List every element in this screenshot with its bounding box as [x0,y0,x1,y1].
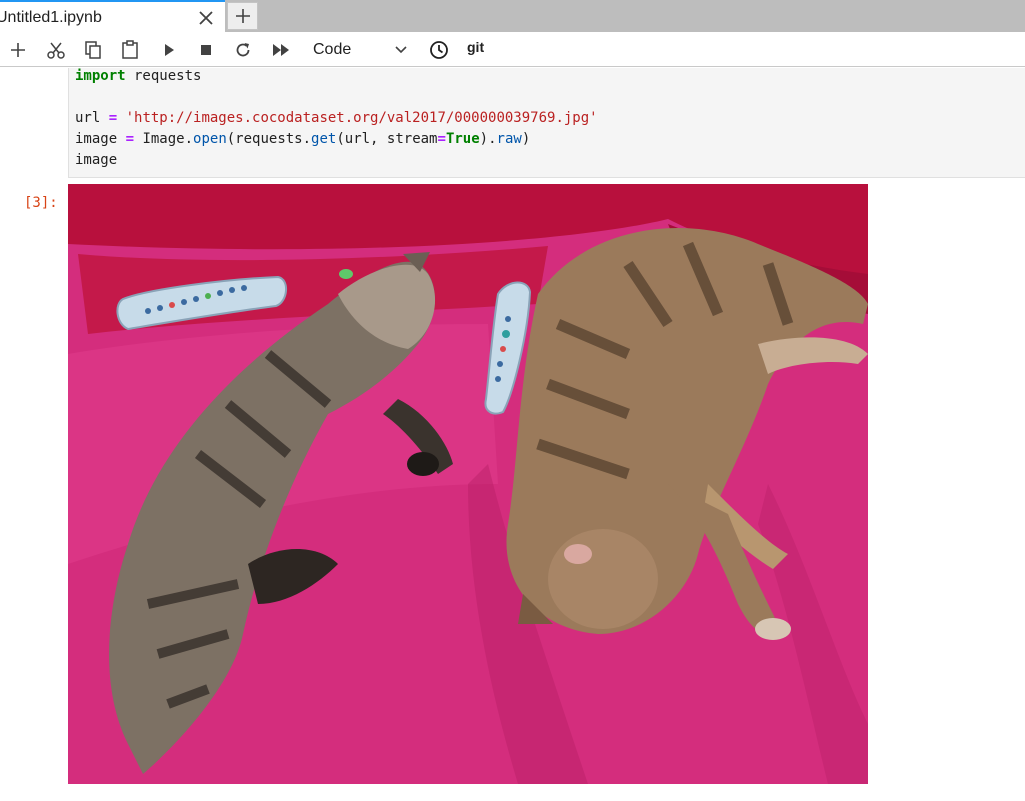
git-button[interactable]: git [467,39,484,55]
code-operator: = [125,131,135,147]
run-icon [165,44,174,56]
cut-icon [47,42,65,59]
stop-icon [201,45,211,55]
fast-forward-icon [273,44,289,56]
code-text: (url, stream [336,131,438,147]
code-line-1: import requests [75,68,201,85]
code-text: (requests. [226,131,312,147]
tab-bar: Untitled1.ipynb [0,0,1025,32]
code-line-4: image = Image.open(requests.get(url, str… [75,131,530,148]
add-icon [11,43,25,57]
code-function: open [193,131,227,147]
restart-icon [236,43,250,57]
copy-icon [85,41,101,59]
plus-icon [236,9,250,23]
clock-icon [430,41,448,59]
copy-button[interactable] [81,38,105,62]
code-operator: = [437,131,446,147]
cats-photo [68,184,868,784]
code-text: ). [479,131,497,147]
run-all-button[interactable] [269,38,293,62]
code-function: raw [496,131,522,147]
notebook-tab[interactable]: Untitled1.ipynb [0,0,225,32]
run-button[interactable] [157,38,181,62]
history-button[interactable] [427,38,451,62]
cut-button[interactable] [44,38,68,62]
output-image [68,184,868,784]
code-text: ) [521,131,531,147]
code-function: get [311,131,337,147]
notebook-toolbar: Code git [0,32,1025,67]
code-text: image [75,131,126,147]
output-prompt: [3]: [24,195,58,211]
code-cell-input[interactable]: import requests url = 'http://images.coc… [68,68,1025,178]
code-text: url [75,110,109,126]
code-keyword: True [445,131,480,147]
stop-button[interactable] [194,38,218,62]
close-icon[interactable] [196,8,216,28]
cell-type-label: Code [313,41,352,58]
add-cell-button[interactable] [6,38,30,62]
code-operator: = [108,110,118,126]
restart-button[interactable] [231,38,255,62]
chevron-down-icon [395,46,407,54]
code-line-3: url = 'http://images.cocodataset.org/val… [75,110,598,127]
code-text: requests [125,68,202,84]
code-string: 'http://images.cocodataset.org/val2017/0… [117,110,598,126]
code-keyword: import [75,68,126,84]
code-line-5: image [75,152,118,168]
code-text: Image. [134,131,194,147]
cell-type-dropdown[interactable]: Code [313,40,411,60]
new-tab-button[interactable] [227,2,258,30]
paste-button[interactable] [118,38,142,62]
tab-title: Untitled1.ipynb [0,9,102,26]
paste-icon [122,40,138,59]
